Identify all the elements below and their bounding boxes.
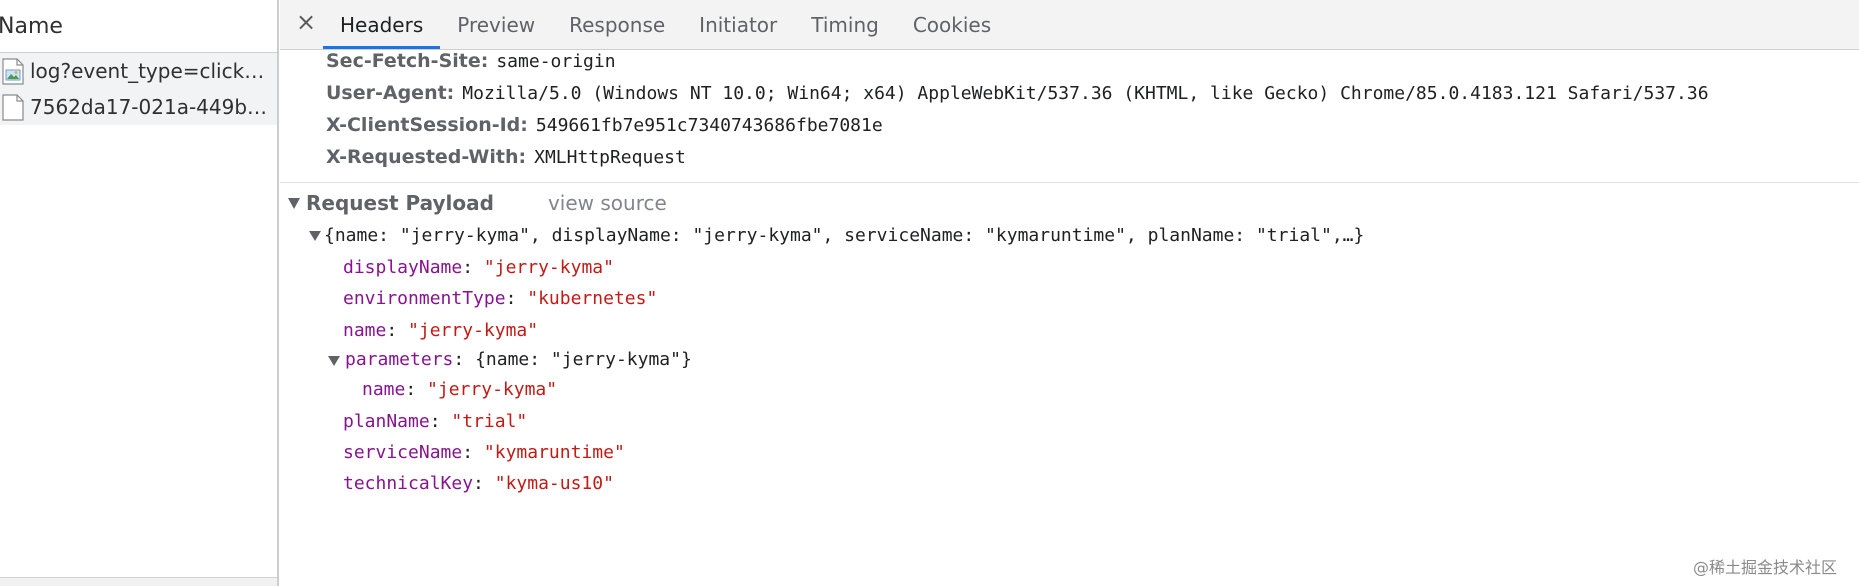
field-value: "kubernetes" [527, 288, 658, 309]
payload-field: name: "jerry-kyma" [343, 320, 539, 341]
tab-strip: Headers Preview Response Initiator Timin… [323, 0, 1008, 49]
payload-field: serviceName: "kymaruntime" [343, 442, 625, 463]
field-value: "jerry-kyma" [427, 379, 558, 400]
document-file-icon [2, 93, 24, 121]
parameters-summary: {name: "jerry-kyma"} [475, 349, 692, 370]
devtools-network-panel: Name log?event_type=click&i... 7562da17-… [0, 0, 1859, 586]
request-details-pane: × Headers Preview Response Initiator Tim… [280, 0, 1859, 586]
tab-response[interactable]: Response [552, 0, 682, 49]
header-row: User-Agent: Mozilla/5.0 (Windows NT 10.0;… [326, 82, 1709, 104]
payload-summary[interactable]: {name: "jerry-kyma", displayName: "jerry… [324, 225, 1364, 246]
field-value: "kyma-us10" [494, 473, 614, 494]
request-row[interactable]: log?event_type=click&i... [0, 53, 277, 89]
field-key: environmentType [343, 288, 506, 309]
header-value: Mozilla/5.0 (Windows NT 10.0; Win64; x64… [462, 83, 1709, 104]
field-key: displayName [343, 257, 463, 278]
request-name: 7562da17-021a-449b-b... [30, 95, 270, 119]
view-source-link[interactable]: view source [548, 191, 667, 215]
field-value: "jerry-kyma" [408, 320, 539, 341]
request-name: log?event_type=click&i... [30, 59, 270, 83]
request-list-pane: Name log?event_type=click&i... 7562da17-… [0, 0, 279, 586]
header-row: X-ClientSession-Id: 549661fb7e951c7340743… [326, 114, 883, 136]
field-key: planName [343, 411, 430, 432]
request-row[interactable]: 7562da17-021a-449b-b... [0, 89, 277, 125]
field-key: technicalKey [343, 473, 474, 494]
payload-field: environmentType: "kubernetes" [343, 288, 658, 309]
payload-section-header[interactable]: Request Payload view source [288, 191, 667, 215]
payload-field: technicalKey: "kyma-us10" [343, 473, 614, 494]
header-key: X-Requested-With: [326, 146, 527, 168]
tab-timing[interactable]: Timing [794, 0, 896, 49]
tab-headers[interactable]: Headers [323, 0, 441, 49]
name-column-label: Name [0, 13, 63, 39]
header-key: Sec-Fetch-Site: [326, 50, 489, 72]
header-value: same-origin [496, 51, 616, 72]
name-column-header[interactable]: Name [0, 0, 277, 53]
tab-cookies[interactable]: Cookies [896, 0, 1008, 49]
parameters-expand-triangle-icon[interactable] [328, 356, 340, 366]
field-key: name [362, 379, 406, 400]
detail-tab-bar: × Headers Preview Response Initiator Tim… [280, 0, 1859, 50]
payload-field: displayName: "jerry-kyma" [343, 257, 614, 278]
tab-preview[interactable]: Preview [440, 0, 552, 49]
payload-field: planName: "trial" [343, 411, 528, 432]
field-value: "kymaruntime" [483, 442, 625, 463]
payload-expand-triangle-icon[interactable] [309, 231, 321, 241]
payload-section-title: Request Payload [306, 191, 494, 215]
parameters-node[interactable]: parameters: {name: "jerry-kyma"} [345, 349, 692, 370]
payload-field: name: "jerry-kyma" [362, 379, 558, 400]
close-icon[interactable]: × [295, 10, 317, 34]
left-pane-footer [0, 577, 277, 586]
image-file-icon [2, 57, 24, 85]
field-key: parameters [345, 349, 454, 370]
header-key: User-Agent: [326, 82, 455, 104]
header-row: X-Requested-With: XMLHttpRequest [326, 146, 686, 168]
header-key: X-ClientSession-Id: [326, 114, 528, 136]
section-divider [280, 182, 1859, 183]
tab-initiator[interactable]: Initiator [682, 0, 794, 49]
header-value: XMLHttpRequest [534, 147, 686, 168]
field-value: "trial" [451, 411, 528, 432]
watermark: @稀土掘金技术社区 [1692, 558, 1837, 577]
header-row: Sec-Fetch-Site: same-origin [326, 50, 616, 72]
field-key: name [343, 320, 387, 341]
field-key: serviceName [343, 442, 463, 463]
field-value: "jerry-kyma" [483, 257, 614, 278]
expand-triangle-icon[interactable] [288, 197, 300, 209]
header-value: 549661fb7e951c7340743686fbe7081e [535, 115, 883, 136]
